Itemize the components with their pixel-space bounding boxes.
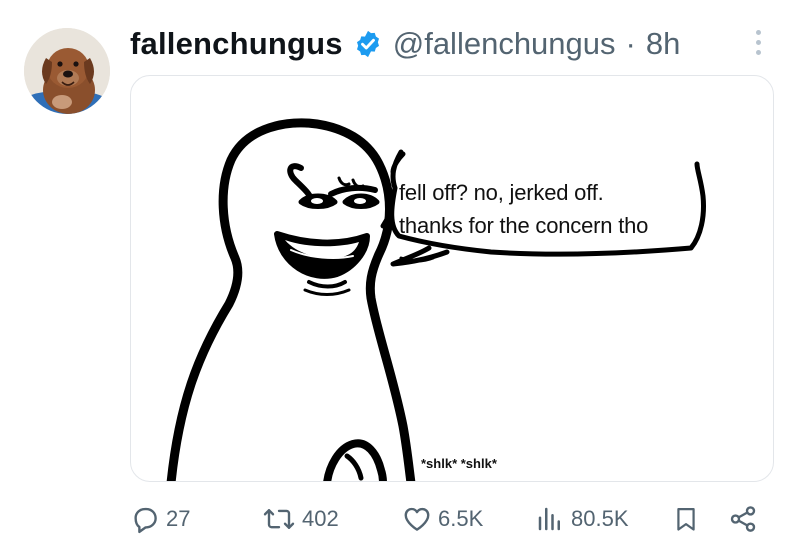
post-time[interactable]: 8h bbox=[646, 26, 680, 62]
display-name[interactable]: fallenchungus bbox=[130, 26, 343, 62]
post-media[interactable]: fell off? no, jerked off. thanks for the… bbox=[130, 75, 774, 482]
views-button[interactable]: 80.5K bbox=[535, 502, 629, 536]
like-count: 6.5K bbox=[438, 506, 484, 531]
bookmark-icon bbox=[677, 507, 695, 531]
reply-count: 27 bbox=[166, 506, 191, 531]
repost-count: 402 bbox=[302, 506, 339, 531]
meme-drawing bbox=[166, 118, 706, 481]
action-bar: 27 402 6.5K 80.5K bbox=[0, 496, 800, 546]
share-button[interactable] bbox=[728, 502, 758, 536]
meme-caption-line-2: thanks for the concern tho bbox=[399, 213, 649, 238]
post-header: fallenchungus @fallenchungus · 8h bbox=[130, 22, 680, 66]
repost-icon bbox=[263, 509, 295, 529]
heart-icon bbox=[404, 507, 430, 531]
meme-sound-effect: *shlk* *shlk* bbox=[421, 456, 497, 471]
reply-icon bbox=[134, 507, 157, 534]
like-button[interactable]: 6.5K bbox=[402, 502, 483, 536]
views-bar-chart-icon bbox=[538, 507, 560, 531]
separator-dot: · bbox=[625, 26, 636, 61]
dog-avatar-image bbox=[24, 28, 110, 114]
bookmark-button[interactable] bbox=[672, 502, 700, 536]
meme-caption: fell off? no, jerked off. thanks for the… bbox=[399, 176, 648, 242]
verified-badge-icon bbox=[356, 30, 379, 58]
avatar[interactable] bbox=[24, 28, 110, 114]
share-icon bbox=[730, 506, 756, 532]
meme-caption-line-1: fell off? no, jerked off. bbox=[399, 180, 604, 205]
more-vertical-icon bbox=[755, 29, 761, 35]
more-options-button[interactable] bbox=[744, 24, 772, 60]
view-count: 80.5K bbox=[571, 506, 629, 531]
repost-button[interactable]: 402 bbox=[262, 502, 339, 536]
reply-button[interactable]: 27 bbox=[130, 502, 190, 536]
user-handle[interactable]: @fallenchungus bbox=[393, 26, 616, 62]
